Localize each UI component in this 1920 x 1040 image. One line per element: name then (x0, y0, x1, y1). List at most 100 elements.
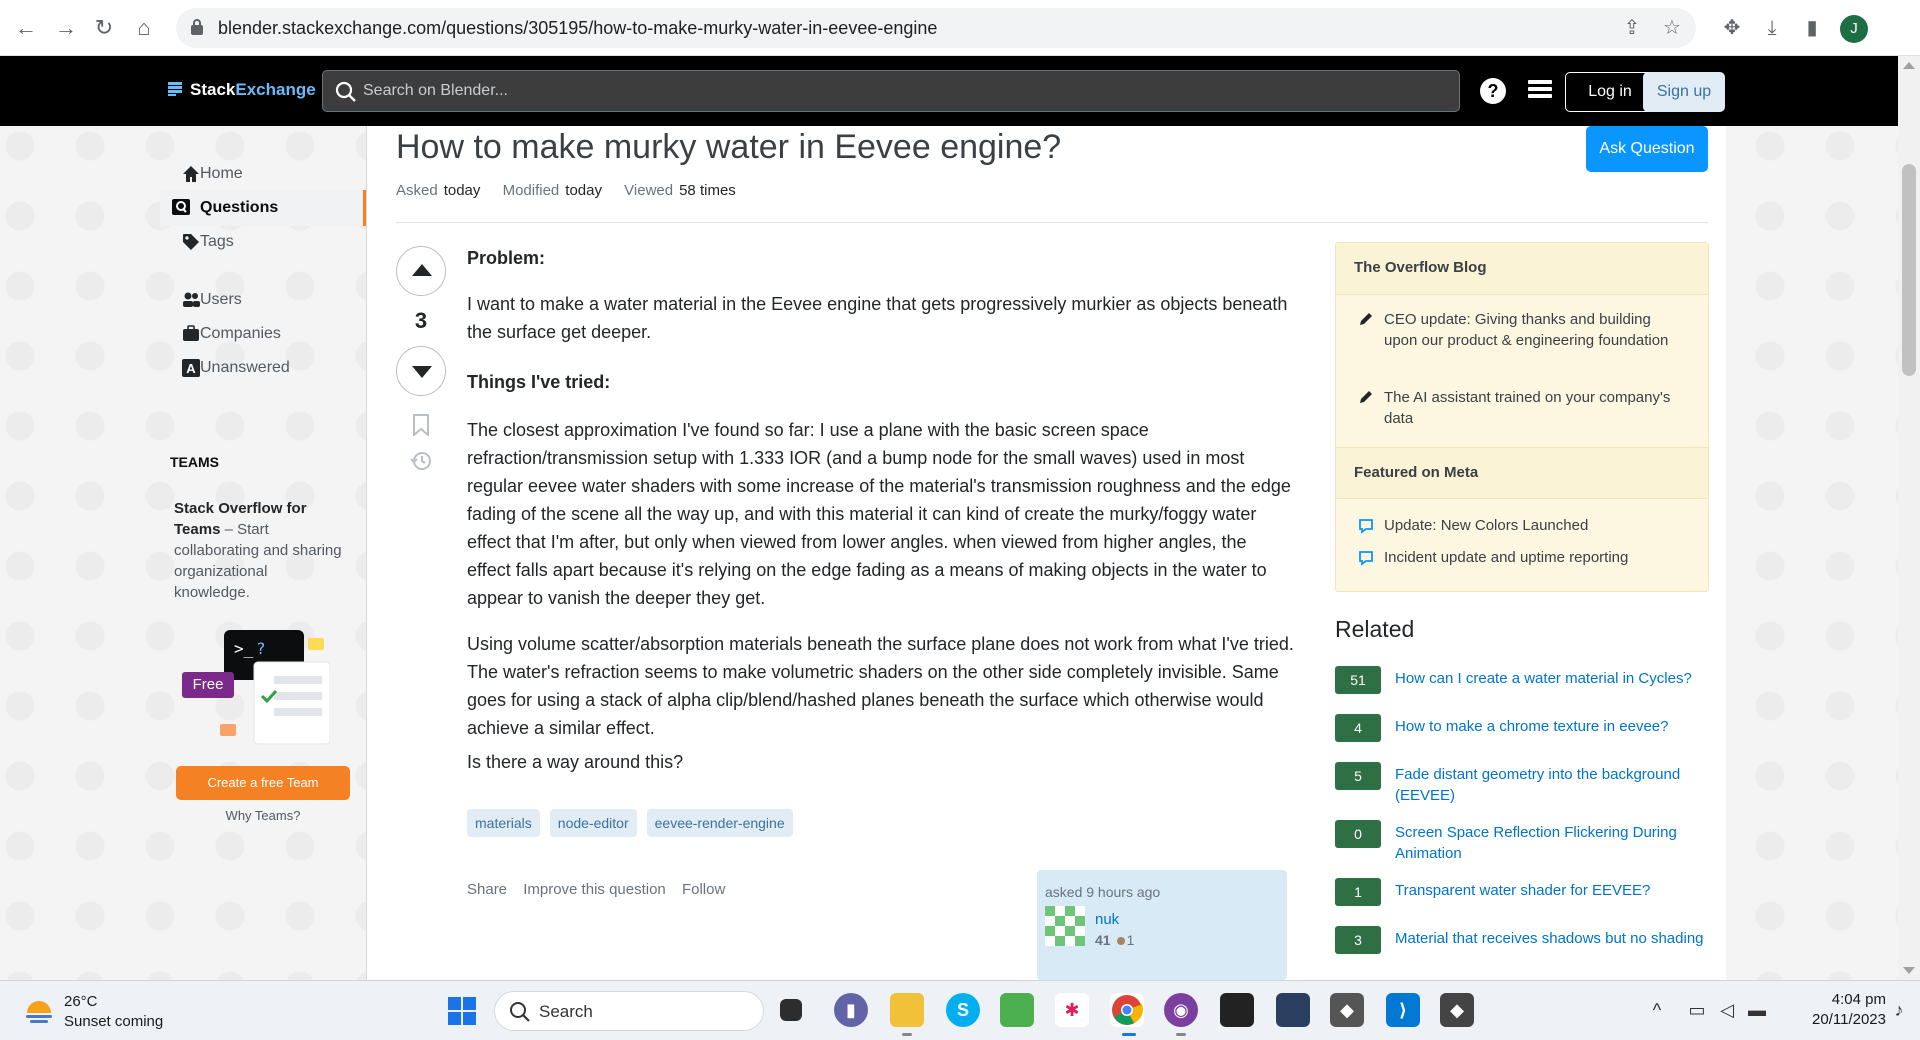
asked-label: Asked (396, 182, 438, 199)
tag-materials[interactable]: materials (467, 809, 540, 837)
download-icon[interactable]: ⤓ (1758, 14, 1786, 42)
related-link[interactable]: Fade distant geometry into the backgroun… (1395, 764, 1715, 806)
upvote-button[interactable] (396, 246, 446, 296)
forward-icon[interactable]: → (52, 14, 80, 42)
paragraph: Using volume scatter/absorption material… (467, 634, 1294, 738)
svg-text:A: A (186, 361, 196, 376)
vscode-icon[interactable]: ⟩ (1386, 993, 1420, 1027)
blog-item[interactable]: The AI assistant trained on your company… (1360, 387, 1684, 429)
clock-date[interactable]: 20/11/2023 (1776, 1011, 1886, 1028)
blog-item[interactable]: CEO update: Giving thanks and building u… (1360, 309, 1684, 351)
site-switcher-icon[interactable] (1528, 80, 1552, 102)
sidebar-item-home[interactable]: Home (170, 156, 366, 192)
history-icon[interactable] (410, 450, 432, 472)
weather-desc: Sunset coming (64, 1013, 164, 1030)
running-indicator (1176, 1033, 1186, 1036)
tag-eevee-render-engine[interactable]: eevee-render-engine (646, 809, 793, 837)
vote-cell: 3 (396, 246, 446, 470)
task-view-icon[interactable] (780, 999, 802, 1021)
viewed-label: Viewed (624, 182, 674, 199)
notes-icon[interactable] (1220, 993, 1254, 1027)
browser-toolbar: ← → ↻ ⌂ blender.stackexchange.com/questi… (0, 0, 1920, 56)
sidebar-item-unanswered[interactable]: A Unanswered (170, 350, 366, 386)
extensions-icon[interactable]: ✥ (1718, 14, 1746, 42)
chevron-up-icon[interactable]: ^ (1646, 999, 1668, 1021)
home-browser-icon[interactable]: ⌂ (130, 14, 158, 42)
asked-value: today (443, 182, 481, 199)
taskbar-search-label: Search (539, 1002, 593, 1021)
tag-node-editor[interactable]: node-editor (549, 809, 637, 837)
chat-bubble-icon (1359, 551, 1373, 566)
sidebar-item-users[interactable]: Users (170, 282, 366, 318)
scroll-up-icon[interactable] (1903, 62, 1915, 69)
reputation-value: 41 (1095, 932, 1111, 948)
sidebar-item-companies[interactable]: Companies (170, 316, 366, 352)
meta-item[interactable]: Incident update and uptime reporting (1359, 547, 1684, 568)
tag-list: materials node-editor eevee-render-engine (467, 808, 803, 837)
modified-label: Modified (502, 182, 560, 199)
meta-item[interactable]: Update: New Colors Launched (1359, 515, 1684, 536)
scroll-thumb[interactable] (1902, 164, 1916, 376)
search-input[interactable] (363, 80, 1363, 102)
taskbar-search[interactable]: Search (494, 991, 764, 1031)
sidepanel-icon[interactable]: ▮ (1798, 14, 1826, 42)
skype-icon[interactable]: S (946, 993, 980, 1027)
ask-question-button[interactable]: Ask Question (1586, 126, 1708, 172)
related-link[interactable]: Material that receives shadows but no sh… (1395, 928, 1715, 949)
share-link[interactable]: Share (467, 881, 507, 898)
sidebar-item-questions[interactable]: Questions (160, 190, 366, 226)
sidebar-item-tags[interactable]: Tags (170, 224, 366, 260)
related-link[interactable]: Screen Space Reflection Flickering Durin… (1395, 822, 1715, 864)
sidebar-item-label: Unanswered (200, 359, 290, 376)
meta-item-text: Incident update and uptime reporting (1384, 549, 1629, 566)
why-teams-link[interactable]: Why Teams? (176, 808, 350, 823)
clock-time[interactable]: 4:04 pm (1796, 991, 1886, 1008)
help-icon[interactable]: ? (1480, 78, 1506, 104)
github-icon[interactable]: ◉ (1164, 993, 1198, 1027)
back-icon[interactable]: ← (12, 14, 40, 42)
unity-icon[interactable]: ◆ (1330, 993, 1364, 1027)
logo-stack-text: Stack (190, 80, 236, 99)
downvote-button[interactable] (396, 346, 446, 396)
question-title[interactable]: How to make murky water in Eevee engine? (396, 128, 1061, 167)
speaker-muted-icon[interactable]: ◁ (1716, 999, 1738, 1021)
heading-problem: Problem: (467, 248, 546, 268)
file-explorer-icon[interactable] (890, 993, 924, 1027)
signup-button[interactable]: Sign up (1643, 72, 1725, 112)
scroll-down-icon[interactable] (1903, 967, 1915, 974)
follow-link[interactable]: Follow (682, 881, 725, 898)
user-reputation: 41 1 (1095, 926, 1134, 954)
login-button[interactable]: Log in (1565, 72, 1655, 112)
related-link[interactable]: How to make a chrome texture in eevee? (1395, 716, 1715, 737)
create-team-button[interactable]: Create a free Team (176, 766, 350, 800)
windows-start-icon[interactable] (448, 997, 476, 1025)
star-icon[interactable]: ☆ (1660, 16, 1684, 40)
tag-icon (183, 234, 199, 250)
related-link[interactable]: How can I create a water material in Cyc… (1395, 668, 1715, 689)
slack-icon[interactable]: ✱ (1055, 993, 1089, 1027)
photo-app-icon[interactable] (1000, 993, 1034, 1027)
weather-sunset-icon[interactable] (22, 993, 56, 1027)
sidebar-item-label: Tags (200, 233, 234, 250)
address-bar[interactable]: blender.stackexchange.com/questions/3051… (176, 8, 1696, 48)
network-icon[interactable]: ▭ (1686, 999, 1708, 1021)
notification-bell-icon[interactable]: ♪ (1888, 999, 1910, 1021)
reload-icon[interactable]: ↻ (90, 14, 118, 42)
unity-hub-icon[interactable]: ◆ (1440, 993, 1474, 1027)
bookmark-icon[interactable] (412, 414, 430, 436)
teams-chat-icon[interactable]: ▮ (834, 993, 868, 1027)
improve-link[interactable]: Improve this question (523, 881, 666, 898)
chrome-logo (1112, 995, 1143, 1025)
share-icon[interactable]: ⇪ (1620, 16, 1644, 40)
chrome-icon[interactable] (1110, 993, 1144, 1027)
avatar[interactable] (1045, 906, 1085, 946)
page-scrollbar[interactable] (1898, 56, 1920, 980)
site-search[interactable] (322, 70, 1460, 112)
sidebar-item-label: Home (200, 165, 243, 182)
stackexchange-logo[interactable]: StackExchange (168, 80, 316, 100)
related-link[interactable]: Transparent water shader for EEVEE? (1395, 880, 1715, 901)
blog-item-text: CEO update: Giving thanks and building u… (1384, 311, 1669, 349)
profile-avatar[interactable]: J (1840, 15, 1868, 43)
photo-viewer-icon[interactable] (1276, 993, 1310, 1027)
battery-icon[interactable]: ▬ (1746, 999, 1768, 1021)
